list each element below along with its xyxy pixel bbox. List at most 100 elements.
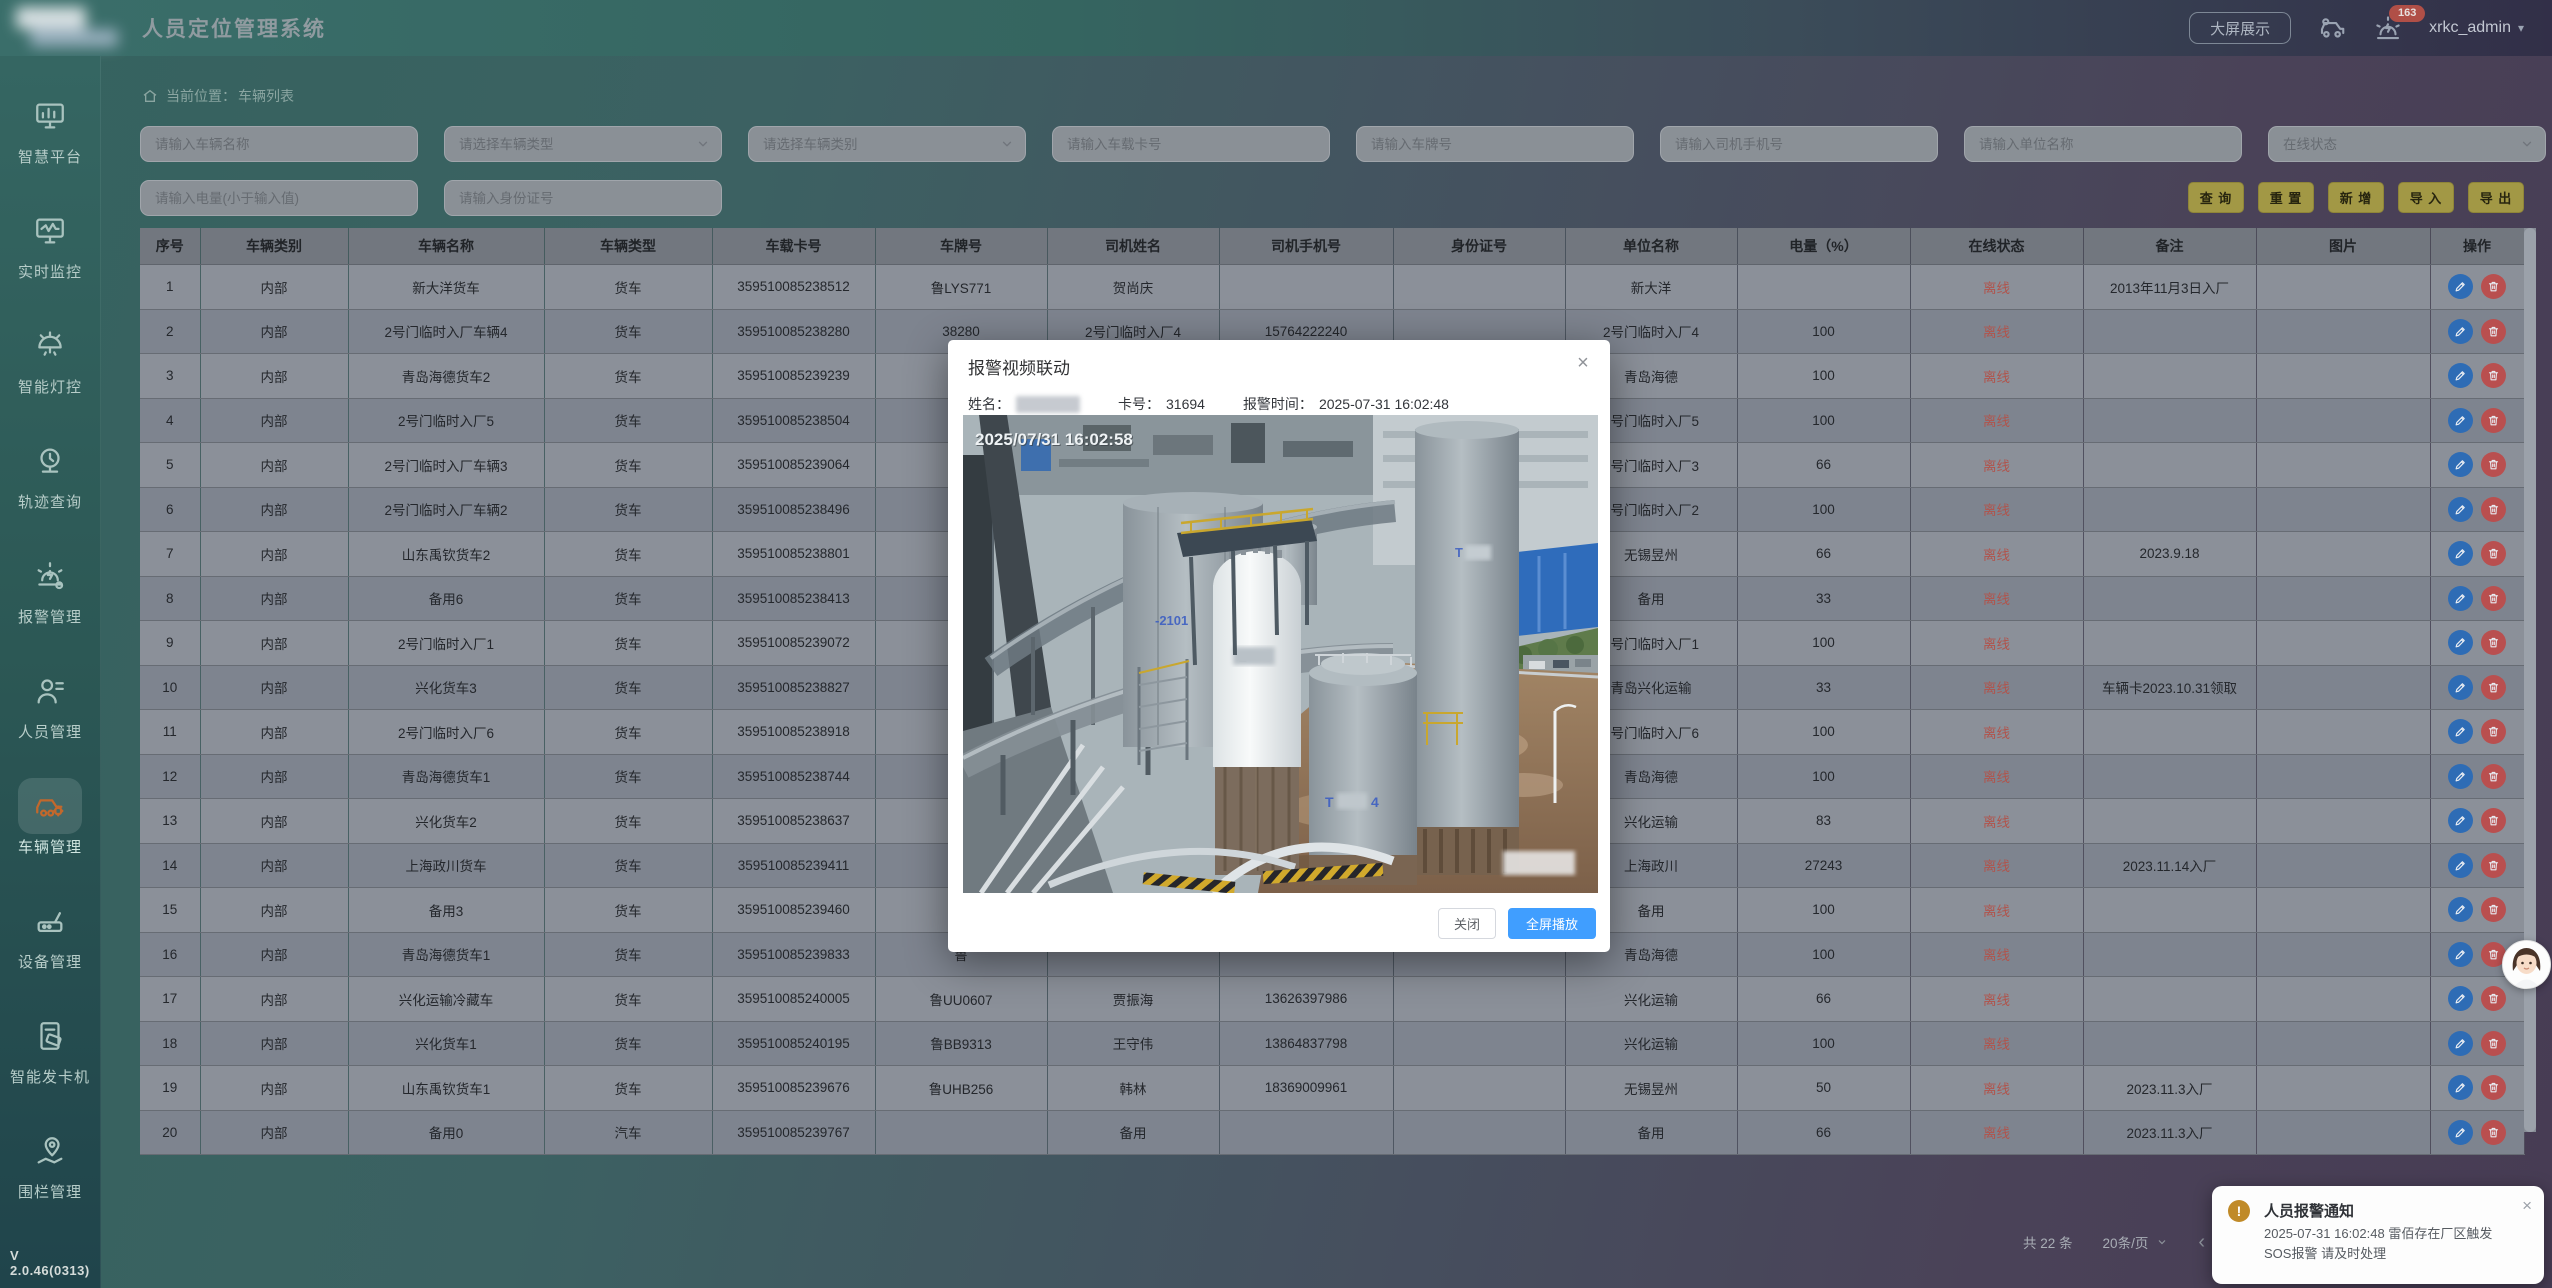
edit-button[interactable]: [2448, 986, 2473, 1011]
add-button[interactable]: 新 增: [2328, 182, 2384, 213]
column-header: 备注: [2083, 228, 2256, 265]
cell: 100: [1737, 487, 1910, 532]
cell: [2083, 932, 2256, 977]
edit-button[interactable]: [2448, 630, 2473, 655]
delete-button[interactable]: [2481, 586, 2506, 611]
filter-input[interactable]: [140, 126, 418, 162]
cell: [2083, 354, 2256, 399]
filter-input[interactable]: [140, 180, 418, 216]
toast-close-icon[interactable]: ×: [2520, 1194, 2534, 1218]
sidebar-item-card-machine[interactable]: 智能发卡机: [0, 1008, 100, 1123]
delete-button[interactable]: [2481, 1075, 2506, 1100]
assistant-avatar[interactable]: [2502, 940, 2551, 989]
edit-button[interactable]: [2448, 719, 2473, 744]
alarm-manage-icon: [18, 548, 82, 604]
edit-button[interactable]: [2448, 1031, 2473, 1056]
edit-button[interactable]: [2448, 1075, 2473, 1100]
cctv-video-frame[interactable]: -2101 T T 4 2: [963, 415, 1598, 893]
sidebar-item-alarm-manage[interactable]: 报警管理: [0, 548, 100, 663]
cell: 兴化货车3: [348, 665, 544, 710]
edit-button[interactable]: [2448, 1120, 2473, 1145]
edit-button[interactable]: [2448, 675, 2473, 700]
row-actions: [2430, 1066, 2524, 1111]
alarm-bell-icon[interactable]: 163: [2373, 13, 2403, 43]
edit-button[interactable]: [2448, 363, 2473, 388]
row-actions: [2430, 888, 2524, 933]
sidebar-item-realtime-monitor[interactable]: 实时监控: [0, 203, 100, 318]
cell: 19: [140, 1066, 200, 1111]
query-button[interactable]: 查 询: [2188, 182, 2244, 213]
delete-button[interactable]: [2481, 1120, 2506, 1145]
edit-button[interactable]: [2448, 274, 2473, 299]
edit-button[interactable]: [2448, 853, 2473, 878]
delete-button[interactable]: [2481, 319, 2506, 344]
column-header: 序号: [140, 228, 200, 265]
cell: 货车: [544, 532, 712, 577]
delete-button[interactable]: [2481, 408, 2506, 433]
filter-input[interactable]: [444, 180, 722, 216]
filter-input[interactable]: [1660, 126, 1938, 162]
row-actions: [2430, 398, 2524, 443]
delete-button[interactable]: [2481, 363, 2506, 388]
table-scrollbar[interactable]: [2524, 228, 2536, 1132]
delete-button[interactable]: [2481, 719, 2506, 744]
edit-button[interactable]: [2448, 764, 2473, 789]
filter-select[interactable]: [748, 126, 1026, 162]
reset-button[interactable]: 重 置: [2258, 182, 2314, 213]
close-button[interactable]: 关闭: [1438, 908, 1496, 939]
cell: 货车: [544, 398, 712, 443]
edit-button[interactable]: [2448, 808, 2473, 833]
filter-input[interactable]: [1052, 126, 1330, 162]
filter-select[interactable]: [2268, 126, 2546, 162]
delete-button[interactable]: [2481, 764, 2506, 789]
cell: [2256, 977, 2430, 1022]
cell: 货车: [544, 932, 712, 977]
delete-button[interactable]: [2481, 675, 2506, 700]
filter-input[interactable]: [1964, 126, 2242, 162]
edit-button[interactable]: [2448, 586, 2473, 611]
delete-button[interactable]: [2481, 853, 2506, 878]
edit-button[interactable]: [2448, 541, 2473, 566]
delete-button[interactable]: [2481, 897, 2506, 922]
export-button[interactable]: 导 出: [2468, 182, 2524, 213]
delete-button[interactable]: [2481, 986, 2506, 1011]
modal-close-icon[interactable]: ×: [1570, 350, 1596, 376]
cell: 货车: [544, 888, 712, 933]
edit-button[interactable]: [2448, 408, 2473, 433]
prev-page-button[interactable]: ‹: [2198, 1232, 2205, 1252]
delete-button[interactable]: [2481, 274, 2506, 299]
fullscreen-play-button[interactable]: 全屏播放: [1508, 908, 1596, 939]
edit-button[interactable]: [2448, 319, 2473, 344]
cell: 离线: [1910, 621, 2083, 666]
page-size-select[interactable]: 20条/页: [2103, 1232, 2169, 1252]
big-screen-button[interactable]: 大屏展示: [2189, 12, 2291, 44]
delete-button[interactable]: [2481, 630, 2506, 655]
edit-button[interactable]: [2448, 452, 2473, 477]
sidebar-item-device-manage[interactable]: 设备管理: [0, 893, 100, 1008]
delete-button[interactable]: [2481, 1031, 2506, 1056]
edit-button[interactable]: [2448, 942, 2473, 967]
vehicle-monitor-icon[interactable]: [2317, 13, 2347, 43]
sidebar-item-person-manage[interactable]: 人员管理: [0, 663, 100, 778]
cell: 2号门临时入厂1: [348, 621, 544, 666]
filter-select[interactable]: [444, 126, 722, 162]
row-actions: [2430, 1110, 2524, 1155]
sidebar-item-fence-manage[interactable]: 围栏管理: [0, 1123, 100, 1238]
cell: 内部: [200, 754, 348, 799]
delete-button[interactable]: [2481, 497, 2506, 522]
filter-input[interactable]: [1356, 126, 1634, 162]
sidebar-item-smart-light[interactable]: 智能灯控: [0, 318, 100, 433]
column-header: 在线状态: [1910, 228, 2083, 265]
sidebar-item-smart-platform[interactable]: 智慧平台: [0, 88, 100, 203]
smart-platform-icon: [18, 88, 82, 144]
sidebar-item-vehicle-manage[interactable]: 车辆管理: [0, 778, 100, 893]
sidebar-item-track-query[interactable]: 轨迹查询: [0, 433, 100, 548]
edit-button[interactable]: [2448, 897, 2473, 922]
delete-button[interactable]: [2481, 808, 2506, 833]
delete-button[interactable]: [2481, 541, 2506, 566]
user-menu[interactable]: xrkc_admin ▾: [2429, 19, 2524, 37]
select-field: [748, 126, 1026, 162]
delete-button[interactable]: [2481, 452, 2506, 477]
import-button[interactable]: 导 入: [2398, 182, 2454, 213]
edit-button[interactable]: [2448, 497, 2473, 522]
